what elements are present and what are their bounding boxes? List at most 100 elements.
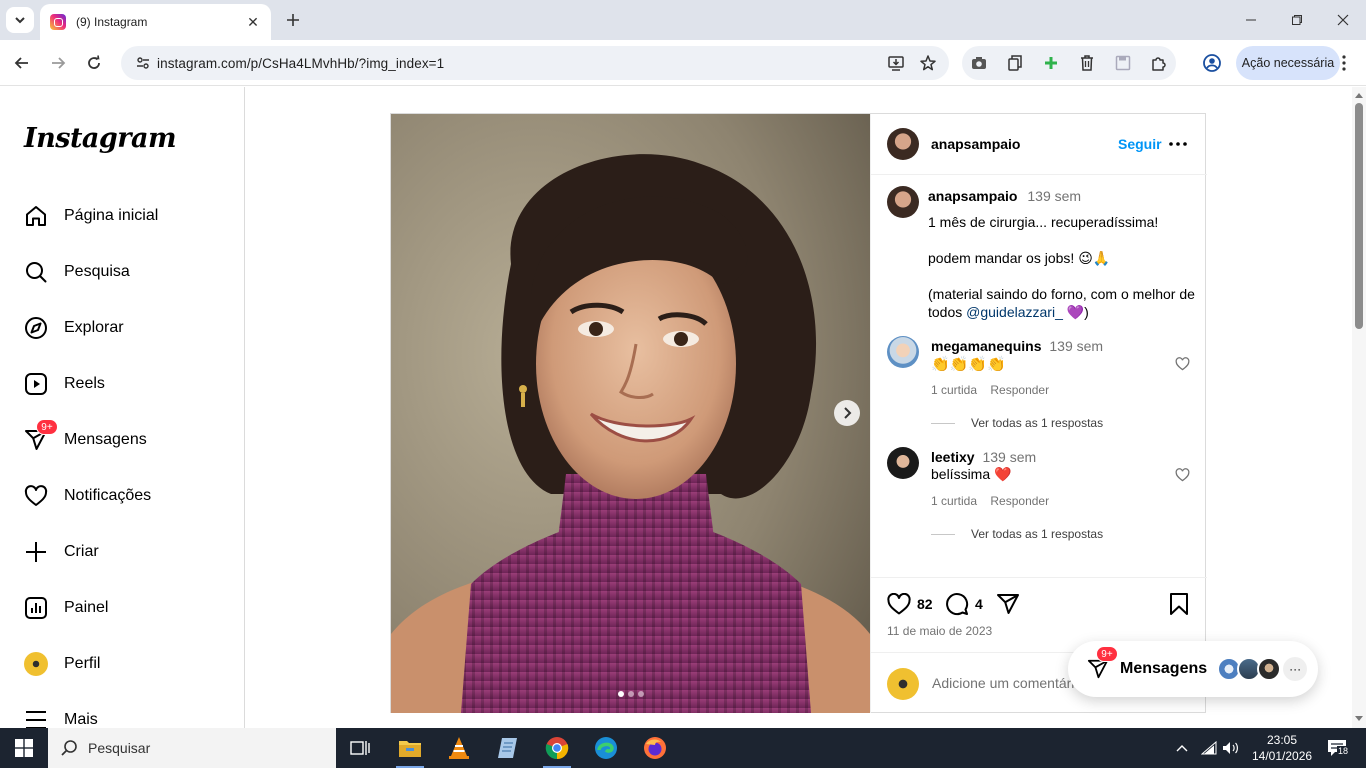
save-extension-icon[interactable]: [1113, 53, 1133, 73]
instagram-sidebar: Instagram Página inicial Pesquisa Explor…: [0, 87, 245, 728]
sidebar-item-dashboard[interactable]: Painel: [24, 596, 108, 620]
sidebar-item-search[interactable]: Pesquisa: [24, 260, 130, 284]
bookmark-star-icon[interactable]: [918, 53, 938, 73]
taskbar-search[interactable]: Pesquisar: [48, 728, 336, 768]
mention-link[interactable]: @guidelazzari_: [966, 304, 1063, 320]
current-user-avatar: [887, 668, 919, 700]
more-options-icon[interactable]: [1167, 133, 1189, 155]
taskbar-clock[interactable]: 23:05 14/01/2026: [1252, 732, 1312, 764]
reply-button[interactable]: Responder: [990, 383, 1049, 397]
address-bar[interactable]: instagram.com/p/CsHa4LMvhHb/?img_index=1: [121, 46, 949, 80]
sidebar-item-create[interactable]: Criar: [24, 540, 99, 564]
new-tab-button[interactable]: [282, 9, 304, 31]
edge-icon: [595, 737, 617, 759]
sidebar-item-more[interactable]: Mais: [24, 708, 98, 728]
share-button[interactable]: [996, 592, 1020, 616]
tab-search-button[interactable]: [6, 7, 34, 33]
chrome-app[interactable]: [533, 728, 581, 768]
restore-button[interactable]: [1274, 0, 1320, 40]
forward-button[interactable]: [46, 51, 70, 75]
volume-icon[interactable]: [1220, 728, 1242, 768]
network-icon[interactable]: [1198, 728, 1220, 768]
scroll-up-icon[interactable]: [1354, 90, 1364, 100]
minimize-button[interactable]: [1228, 0, 1274, 40]
sidebar-item-label: Notificações: [64, 487, 152, 504]
sidebar-item-messages[interactable]: 9+ Mensagens: [24, 419, 147, 452]
view-replies-button[interactable]: Ver todas as 1 respostas: [931, 527, 1103, 541]
site-settings-icon[interactable]: [133, 53, 153, 73]
show-hidden-icons[interactable]: [1172, 728, 1192, 768]
tab-close-icon[interactable]: ✕: [245, 14, 261, 31]
sidebar-item-profile[interactable]: Perfil: [24, 652, 100, 676]
post-date[interactable]: 11 de maio de 2023: [887, 624, 992, 638]
post-photo[interactable]: [391, 114, 870, 713]
close-window-button[interactable]: [1320, 0, 1366, 40]
like-comment-heart-icon[interactable]: [1174, 356, 1190, 372]
comment-header: leetixy 139 sem: [931, 449, 1036, 465]
vlc-app[interactable]: [435, 728, 483, 768]
commenter-avatar[interactable]: [887, 336, 919, 368]
comment-button[interactable]: 4: [945, 592, 983, 616]
scrollbar-thumb[interactable]: [1355, 103, 1363, 329]
copy-extension-icon[interactable]: [1005, 53, 1025, 73]
browser-menu-icon[interactable]: [1335, 51, 1353, 75]
back-button[interactable]: [10, 51, 34, 75]
heart-icon: [24, 484, 48, 508]
profile-account-icon[interactable]: [1202, 53, 1222, 73]
notification-center-button[interactable]: 18: [1322, 728, 1352, 768]
minimize-icon: [1246, 19, 1256, 21]
comment-text: 👏👏👏👏: [931, 356, 1006, 373]
sidebar-item-home[interactable]: Página inicial: [24, 204, 158, 228]
caption-line: (material saindo do forno, com o melhor …: [928, 285, 1198, 321]
messages-floating-button[interactable]: 9+ Mensagens ···: [1068, 641, 1318, 697]
view-replies-button[interactable]: Ver todas as 1 respostas: [931, 416, 1103, 430]
trash-extension-icon[interactable]: [1077, 53, 1097, 73]
clock-date: 14/01/2026: [1252, 749, 1313, 763]
comment-username[interactable]: megamanequins: [931, 338, 1041, 354]
install-app-icon[interactable]: [886, 53, 906, 73]
messenger-icon: 9+: [1086, 646, 1118, 681]
like-comment-heart-icon[interactable]: [1174, 467, 1190, 483]
caption-author-avatar[interactable]: [887, 186, 919, 218]
camera-extension-icon[interactable]: [969, 53, 989, 73]
sidebar-item-explore[interactable]: Explorar: [24, 316, 124, 340]
author-avatar[interactable]: [887, 128, 919, 160]
reload-button[interactable]: [82, 51, 106, 75]
task-view-button[interactable]: [336, 728, 384, 768]
caption-author[interactable]: anapsampaio: [928, 188, 1017, 204]
reply-button[interactable]: Responder: [990, 494, 1049, 508]
comment-meta: 1 curtida Responder: [931, 494, 1049, 508]
comment-likes[interactable]: 1 curtida: [931, 383, 977, 397]
sidebar-item-label: Mensagens: [64, 431, 147, 448]
browser-tab-instagram[interactable]: (9) Instagram ✕: [40, 4, 271, 40]
sidebar-item-label: Pesquisa: [64, 263, 130, 280]
action-required-button[interactable]: Ação necessária: [1236, 46, 1340, 80]
sidebar-item-reels[interactable]: Reels: [24, 372, 105, 396]
follow-button[interactable]: Seguir: [1118, 136, 1162, 152]
add-extension-icon[interactable]: [1041, 53, 1061, 73]
edge-app[interactable]: [582, 728, 630, 768]
replies-divider: [931, 422, 955, 424]
post-header: anapsampaio Seguir: [871, 114, 1207, 175]
paper-plane-icon: [996, 592, 1020, 616]
comments-count: 4: [975, 596, 983, 612]
comment-username[interactable]: leetixy: [931, 449, 975, 465]
commenter-avatar[interactable]: [887, 447, 919, 479]
menu-icon: [24, 708, 48, 728]
url-text[interactable]: instagram.com/p/CsHa4LMvhHb/?img_index=1: [157, 56, 444, 71]
start-button[interactable]: [0, 728, 48, 768]
sidebar-item-notifications[interactable]: Notificações: [24, 484, 151, 508]
file-explorer-app[interactable]: [386, 728, 434, 768]
puzzle-extensions-icon[interactable]: [1149, 53, 1169, 73]
like-button[interactable]: 82: [887, 592, 933, 616]
firefox-app[interactable]: [631, 728, 679, 768]
scroll-down-icon[interactable]: [1354, 714, 1364, 724]
save-post-button[interactable]: [1167, 592, 1191, 616]
comment-likes[interactable]: 1 curtida: [931, 494, 977, 508]
notepad-app[interactable]: [484, 728, 532, 768]
author-username[interactable]: anapsampaio: [931, 136, 1020, 152]
instagram-logo[interactable]: Instagram: [24, 123, 177, 154]
page-scrollbar[interactable]: [1352, 87, 1366, 728]
close-icon: [1337, 14, 1349, 26]
next-image-button[interactable]: [834, 400, 860, 426]
